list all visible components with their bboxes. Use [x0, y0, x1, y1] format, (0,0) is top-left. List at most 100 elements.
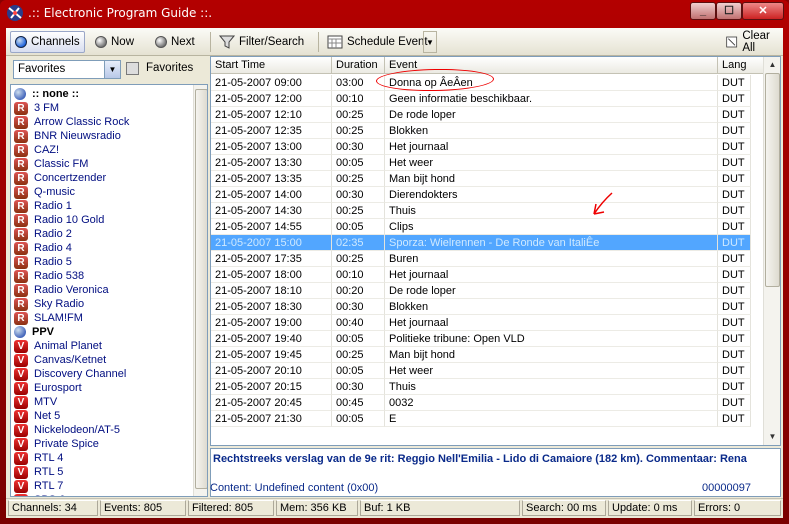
table-row[interactable]: 21-05-2007 20:45 00:45 0032 DUT [211, 395, 751, 411]
cell-lang: DUT [718, 203, 751, 219]
table-row[interactable]: 21-05-2007 19:40 00:05 Politieke tribune: … [211, 331, 751, 347]
clear-all-button[interactable]: Clear All [720, 30, 783, 54]
channel-item[interactable]: V Net 5 [14, 409, 60, 423]
channel-name: Nickelodeon/AT-5 [34, 424, 121, 436]
channel-name: MTV [34, 396, 58, 408]
maximize-button[interactable]: ☐ [716, 2, 742, 20]
table-row[interactable]: 21-05-2007 18:10 00:20 De rode loper DUT [211, 283, 751, 299]
scroll-up-icon[interactable]: ▲ [765, 57, 780, 72]
table-row-selected[interactable]: 21-05-2007 15:00 02:35 Sporza: Wielrennen … [211, 235, 751, 251]
channel-item[interactable]: R 3 FM [14, 101, 59, 115]
channel-item[interactable]: R CAZ! [14, 143, 59, 157]
channel-name: 3 FM [34, 102, 60, 114]
channels-view-button[interactable]: Channels [10, 31, 85, 53]
radio-channel-icon: R [14, 269, 28, 283]
channel-item[interactable]: R Sky Radio [14, 297, 84, 311]
cell-lang: DUT [718, 139, 751, 155]
table-row[interactable]: 21-05-2007 12:10 00:25 De rode loper DUT [211, 107, 751, 123]
channel-name: PPV [32, 326, 55, 338]
event-scrollbar[interactable]: ▲ ▼ [763, 57, 780, 445]
table-row[interactable]: 21-05-2007 18:00 00:10 Het journaal DUT [211, 267, 751, 283]
chevron-down-icon[interactable]: ▼ [104, 61, 120, 78]
column-header-duration[interactable]: Duration [332, 57, 385, 74]
channel-item[interactable]: R Radio 4 [14, 241, 72, 255]
table-row[interactable]: 21-05-2007 14:30 00:25 Thuis DUT [211, 203, 751, 219]
minimize-button[interactable]: _ [690, 2, 716, 20]
channel-item[interactable]: R Classic FM [14, 157, 88, 171]
channel-item[interactable]: R Radio 10 Gold [14, 213, 104, 227]
column-header-event[interactable]: Event [385, 57, 718, 74]
channel-item[interactable]: V Discovery Channel [14, 367, 126, 381]
scroll-down-icon[interactable]: ▼ [765, 429, 780, 444]
channel-item[interactable]: R SLAM!FM [14, 311, 83, 325]
channel-name: SBS 6 [34, 494, 65, 496]
content-type: Content: Undefined content (0x00) [210, 482, 379, 494]
status-channels: Channels: 34 [8, 500, 98, 516]
table-row[interactable]: 21-05-2007 21:30 00:05 E DUT [211, 411, 751, 427]
channel-item[interactable]: V MTV [14, 395, 57, 409]
table-row[interactable]: 21-05-2007 13:35 00:25 Man bijt hond DUT [211, 171, 751, 187]
channel-list[interactable]: :: none :: R 3 FM R Arrow Classic Rock R BNR N… [10, 84, 208, 497]
table-row[interactable]: 21-05-2007 13:30 00:05 Het weer DUT [211, 155, 751, 171]
tv-channel-icon: V [14, 339, 28, 353]
channel-name: BNR Nieuwsradio [34, 130, 121, 142]
toolbar-separator [210, 32, 211, 52]
channel-item[interactable]: R Q-music [14, 185, 75, 199]
table-row[interactable]: 21-05-2007 19:45 00:25 Man bijt hond DUT [211, 347, 751, 363]
channel-item[interactable]: R Radio 1 [14, 199, 72, 213]
table-row[interactable]: 21-05-2007 18:30 00:30 Blokken DUT [211, 299, 751, 315]
now-view-button[interactable]: Now [90, 31, 139, 53]
chevron-down-icon: ▼ [426, 37, 434, 47]
column-header-lang[interactable]: Lang [718, 57, 764, 74]
channel-item[interactable]: R Radio 5 [14, 255, 72, 269]
channel-group[interactable]: PPV [14, 325, 54, 339]
event-grid[interactable]: Start Time Duration Event Lang 21-05-200… [210, 56, 781, 446]
channel-item[interactable]: R Concertzender [14, 171, 106, 185]
channel-item[interactable]: V Animal Planet [14, 339, 102, 353]
table-row[interactable]: 21-05-2007 19:00 00:40 Het journaal DUT [211, 315, 751, 331]
column-header-start[interactable]: Start Time [211, 57, 332, 74]
filter-search-button[interactable]: Filter/Search [214, 31, 309, 53]
channel-item[interactable]: R Arrow Classic Rock [14, 115, 129, 129]
channel-item[interactable]: V Eurosport [14, 381, 82, 395]
schedule-event-button[interactable]: Schedule Event [322, 31, 433, 53]
tv-channel-icon: V [14, 353, 28, 367]
table-row[interactable]: 21-05-2007 17:35 00:25 Buren DUT [211, 251, 751, 267]
next-view-button[interactable]: Next [150, 31, 200, 53]
channel-item[interactable]: V RTL 7 [14, 479, 63, 493]
channel-panel: Favorites ▼ Favorites :: none :: R 3 FM R Ar… [8, 56, 208, 497]
channel-item[interactable]: V Canvas/Ketnet [14, 353, 106, 367]
table-row[interactable]: 21-05-2007 14:55 00:05 Clips DUT [211, 219, 751, 235]
cell-duration: 00:05 [332, 331, 385, 347]
channel-item[interactable]: R Radio 538 [14, 269, 84, 283]
channel-item[interactable]: R BNR Nieuwsradio [14, 129, 121, 143]
scrollbar-thumb[interactable] [765, 73, 780, 287]
title-bar[interactable]: .:: Electronic Program Guide ::. _ ☐ ✕ [0, 0, 789, 28]
channel-item[interactable]: V Private Spice [14, 437, 99, 451]
schedule-dropdown-button[interactable]: ▼ [423, 31, 437, 53]
table-row[interactable]: 21-05-2007 12:00 00:10 Geen informatie bes… [211, 91, 751, 107]
channel-name: Discovery Channel [34, 368, 127, 380]
table-row[interactable]: 21-05-2007 20:15 00:30 Thuis DUT [211, 379, 751, 395]
channel-scrollbar[interactable] [193, 85, 207, 496]
radio-channel-icon: R [14, 143, 28, 157]
table-row[interactable]: 21-05-2007 13:00 00:30 Het journaal DUT [211, 139, 751, 155]
channel-item[interactable]: V RTL 4 [14, 451, 63, 465]
tv-channel-icon: V [14, 479, 28, 493]
table-row[interactable]: 21-05-2007 14:00 00:30 Dierendokters DUT [211, 187, 751, 203]
favorites-select[interactable]: Favorites ▼ [13, 60, 121, 79]
close-button[interactable]: ✕ [742, 2, 784, 20]
channel-item[interactable]: R Radio Veronica [14, 283, 109, 297]
cell-start-time: 21-05-2007 13:00 [211, 139, 332, 155]
channel-item[interactable]: V SBS 6 [14, 493, 65, 496]
channel-group[interactable]: :: none :: [14, 87, 79, 101]
channel-name: Private Spice [34, 438, 99, 450]
table-row[interactable]: 21-05-2007 20:10 00:05 Het weer DUT [211, 363, 751, 379]
table-row[interactable]: 21-05-2007 12:35 00:25 Blokken DUT [211, 123, 751, 139]
scrollbar-thumb[interactable] [195, 89, 207, 489]
channel-item[interactable]: V Nickelodeon/AT-5 [14, 423, 120, 437]
channel-item[interactable]: V RTL 5 [14, 465, 63, 479]
table-row[interactable]: 21-05-2007 09:00 03:00 Donna op ÂeÂen DUT [211, 75, 751, 91]
favorites-checkbox[interactable] [126, 62, 139, 75]
channel-item[interactable]: R Radio 2 [14, 227, 72, 241]
